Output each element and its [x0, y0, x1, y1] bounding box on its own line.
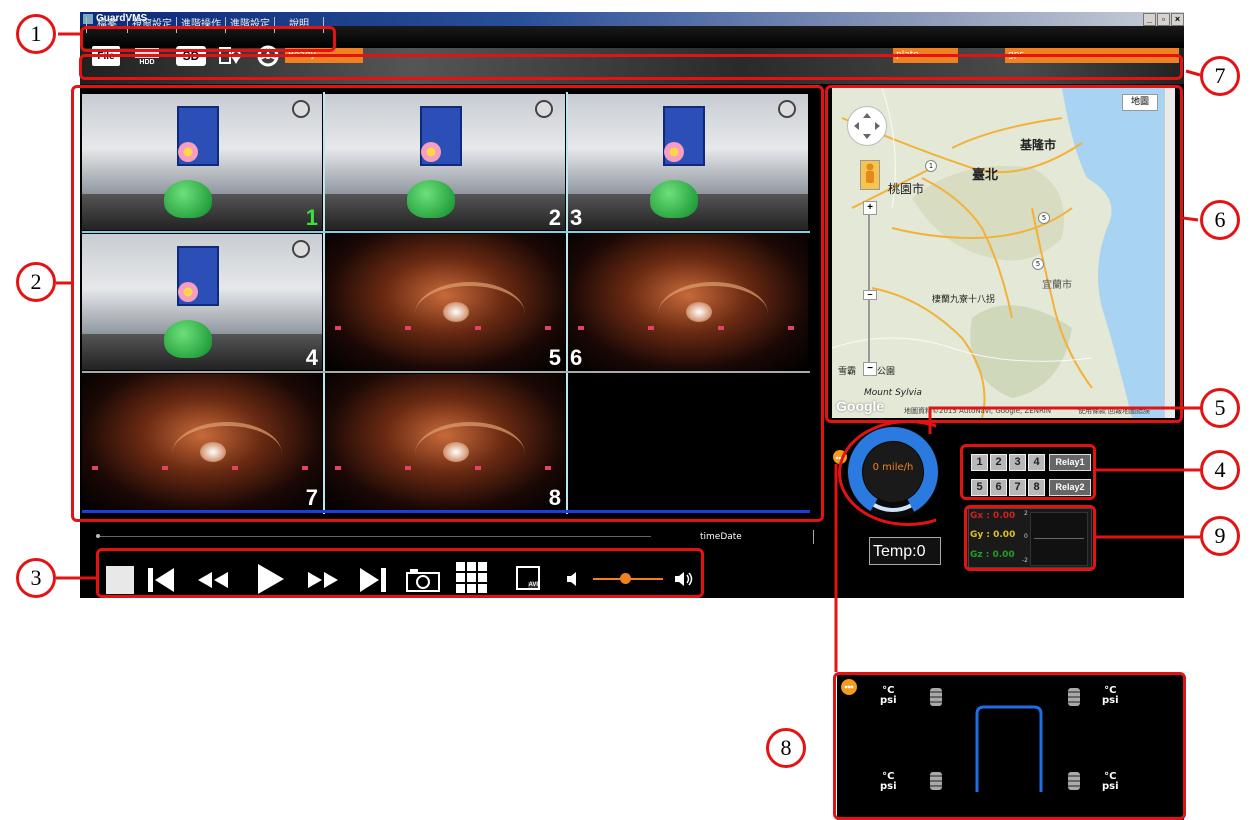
- callout-number-4: 4: [1200, 450, 1240, 490]
- callout-number-2: 2: [16, 262, 56, 302]
- callout-number-3: 3: [16, 558, 56, 598]
- callout-number-5: 5: [1200, 388, 1240, 428]
- callout-number-1: 1: [16, 14, 56, 54]
- callout-leaders: [56, 32, 1210, 672]
- callout-number-9: 9: [1200, 516, 1240, 556]
- callout-number-6: 6: [1200, 200, 1240, 240]
- callout-number-8: 8: [766, 728, 806, 768]
- callout-number-7: 7: [1200, 56, 1240, 96]
